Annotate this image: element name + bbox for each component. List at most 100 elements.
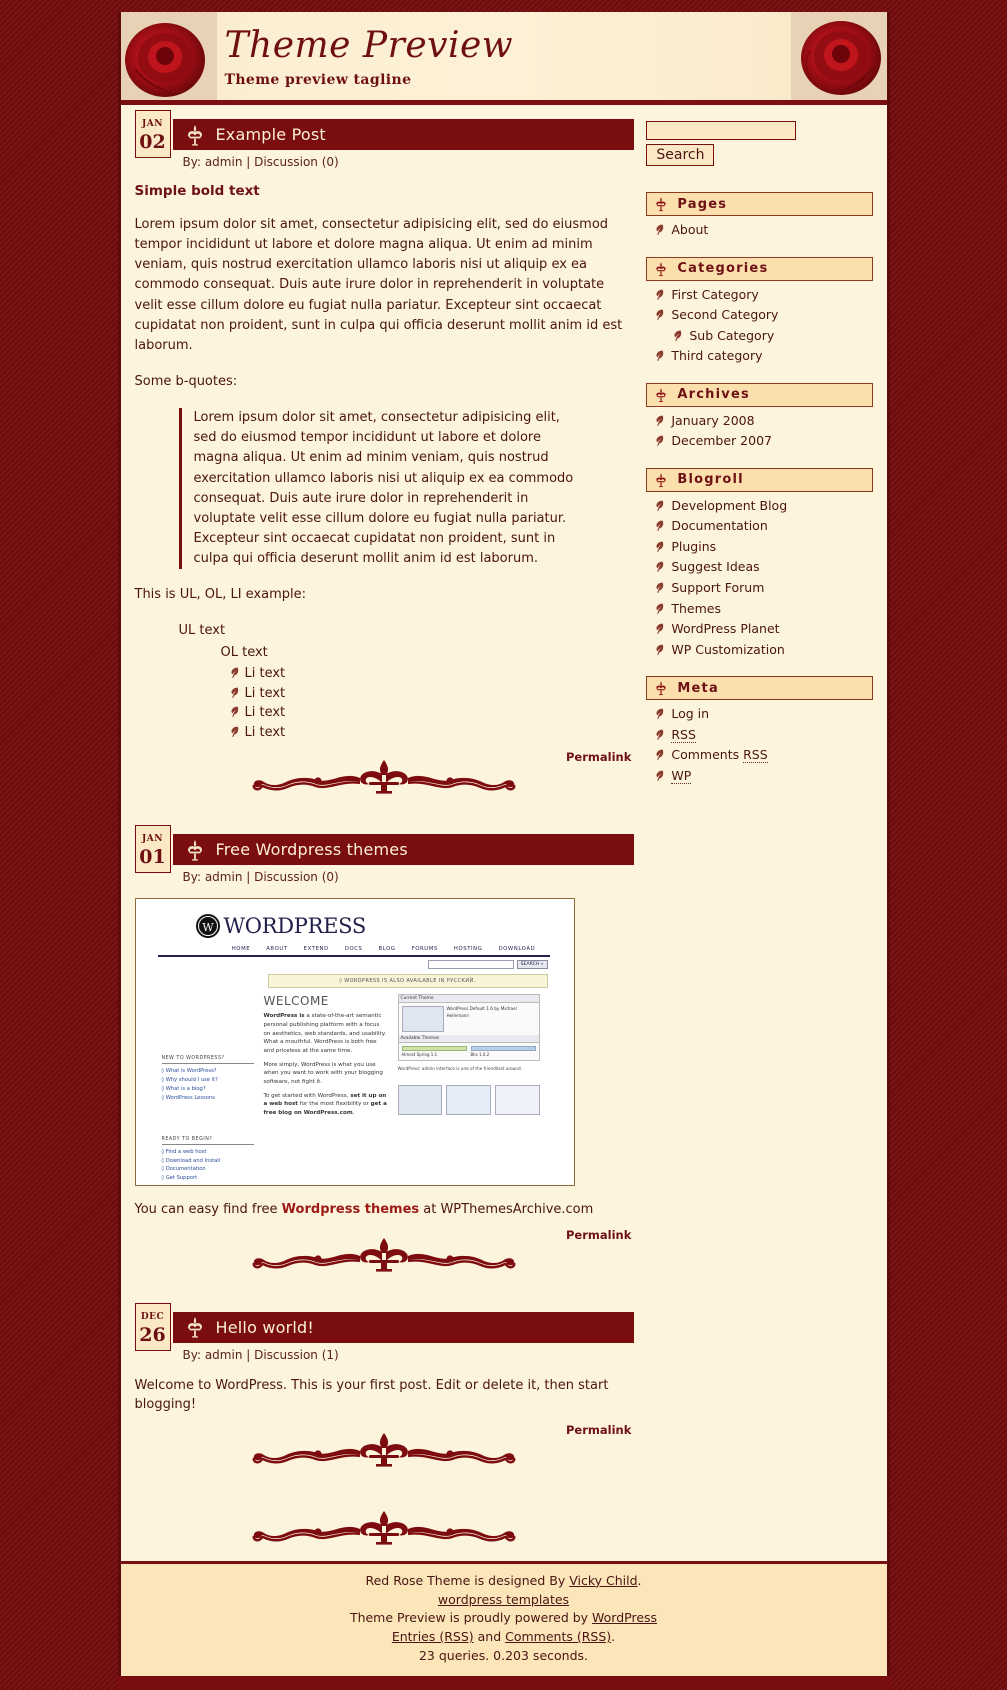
widget-link[interactable]: Suggest Ideas: [671, 559, 759, 574]
powered-by-pre: Theme Preview is proudly powered by: [349, 1610, 593, 1626]
post-title[interactable]: Example Post: [216, 125, 326, 144]
leaf-bullet-icon: [656, 708, 664, 720]
wordpress-link[interactable]: WordPress: [592, 1610, 657, 1625]
widget-link[interactable]: Themes: [671, 601, 721, 616]
wps-theme2-bar: [470, 1046, 536, 1052]
wps-intro-bold: WordPress is: [263, 1013, 305, 1020]
widget-blogroll: Blogroll Development Blog Documentation Plu…: [646, 467, 873, 662]
post-title[interactable]: Hello world!: [216, 1318, 315, 1337]
site-title[interactable]: Theme Preview: [225, 26, 514, 66]
post-headline: JAN 01 Free Wordpress themes: [134, 825, 635, 874]
wps-search-button[interactable]: SEARCH »: [516, 960, 548, 970]
rose-icon: [790, 12, 887, 100]
widget-link[interactable]: December 2007: [671, 433, 772, 448]
widget-title: Blogroll: [677, 472, 744, 488]
wps-nav-item[interactable]: HOME: [232, 946, 250, 952]
wps-right-column: Current Theme WordPress Default 1.6 by M…: [397, 994, 540, 1181]
site-tagline: Theme preview tagline: [224, 71, 412, 88]
wordpress-templates-link[interactable]: wordpress templates: [438, 1592, 569, 1607]
wps-sidebar-link[interactable]: ◊ What is a blog?: [162, 1085, 254, 1094]
widget-link[interactable]: Third category: [671, 348, 762, 363]
wps-nav-item[interactable]: EXTEND: [304, 946, 329, 952]
wps-sidebar-link[interactable]: ◊ What is WordPress?: [162, 1067, 254, 1076]
widget-title: Archives: [677, 387, 750, 403]
leaf-bullet-icon: [230, 726, 238, 737]
widget-link[interactable]: Log in: [671, 706, 709, 721]
li-item-label: Li text: [244, 666, 286, 682]
wps-notice-banner: ◊ WORDPRESS IS ALSO AVAILABLE IN РУССКИЙ…: [267, 974, 548, 989]
footer-and: and: [473, 1629, 506, 1645]
wps-nav[interactable]: HOME ABOUT EXTEND DOCS BLOG FORUMS HOSTING DOWN…: [158, 943, 550, 955]
widget-list-item: First Category: [654, 287, 872, 308]
wps-theme-thumb: [401, 1006, 444, 1033]
li-item-label: Li text: [244, 705, 286, 721]
ornament-divider: [135, 1429, 635, 1469]
post-meta: By: admin | Discussion (0): [182, 870, 339, 885]
wps-theme1-name: Almost Spring 1.1: [401, 1052, 438, 1058]
wps-sidebar-link[interactable]: ◊ Download and Install: [162, 1157, 254, 1166]
widget-link[interactable]: First Category: [671, 287, 758, 302]
widget-link[interactable]: RSS: [671, 726, 696, 743]
widget-link[interactable]: WP: [671, 767, 692, 784]
fleur-de-lis-icon: [656, 388, 667, 402]
wps-sidebar-link[interactable]: ◊ Get Support: [162, 1174, 254, 1181]
widget-list-item: Sub Category: [672, 328, 872, 349]
li-item-label: Li text: [244, 685, 286, 701]
post-body-text: Welcome to WordPress. This is your first…: [134, 1377, 609, 1413]
widget-link[interactable]: WP Customization: [671, 642, 784, 657]
widget-header: Categories: [646, 256, 873, 281]
search-button[interactable]: Search: [646, 144, 715, 166]
wps-search-row: SEARCH »: [140, 957, 570, 970]
footer-bottom-strip: [117, 1675, 890, 1690]
wps-promo-thumb: [446, 1085, 491, 1116]
wps-sidebar-link[interactable]: ◊ Find a web host: [162, 1148, 254, 1157]
fleur-de-lis-icon: [656, 473, 667, 487]
designer-link[interactable]: Vicky Child: [569, 1573, 637, 1588]
widget-link[interactable]: Support Forum: [671, 580, 764, 595]
widget-link[interactable]: Plugins: [671, 539, 716, 554]
li-item: Li text: [229, 684, 635, 704]
widget-list-item: Support Forum: [654, 580, 872, 601]
wps-nav-item[interactable]: DOWNLOAD: [498, 946, 535, 952]
search-widget: Search: [646, 121, 872, 166]
entries-rss-link[interactable]: Entries (RSS): [392, 1629, 474, 1644]
fleur-ribbon-ornament-icon: [253, 1510, 516, 1545]
list-intro: This is UL, OL, LI example:: [134, 587, 307, 603]
widget-link[interactable]: Second Category: [671, 307, 778, 322]
wps-p3-mid: for the most flexibility or: [297, 1101, 371, 1108]
wps-sidebar-link[interactable]: ◊ Documentation: [162, 1165, 254, 1174]
widget-link[interactable]: Documentation: [671, 518, 767, 533]
widget-link[interactable]: Comments RSS: [671, 747, 768, 764]
widget-archives: Archives January 2008 December 2007: [646, 382, 873, 454]
fleur-de-lis-icon: [656, 681, 667, 696]
wps-nav-item[interactable]: HOSTING: [454, 946, 483, 952]
wps-nav-item[interactable]: ABOUT: [266, 946, 287, 952]
post-blockquote: Lorem ipsum dolor sit amet, consectetur …: [178, 408, 579, 570]
wps-nav-item[interactable]: FORUMS: [412, 946, 438, 952]
wps-paragraph-2: More simply, WordPress is what you use w…: [263, 1061, 383, 1085]
widget-link[interactable]: WordPress Planet: [671, 621, 779, 636]
wps-search-input[interactable]: [427, 960, 514, 970]
wps-sidebar-link[interactable]: ◊ WordPress Lessons: [162, 1094, 254, 1103]
comments-rss-link[interactable]: Comments (RSS): [505, 1629, 611, 1644]
wps-box1-links[interactable]: ◊ What is WordPress? ◊ Why should I use i…: [162, 1067, 254, 1102]
widget-link[interactable]: January 2008: [671, 413, 754, 428]
post-date-badge: JAN 02: [134, 110, 171, 158]
widget-link[interactable]: Sub Category: [689, 328, 774, 343]
widget-link[interactable]: Development Blog: [671, 498, 787, 513]
post-title[interactable]: Free Wordpress themes: [216, 840, 408, 859]
wps-nav-item[interactable]: DOCS: [345, 946, 363, 952]
wps-columns: NEW TO WORDPRESS? ◊ What is WordPress? ◊ …: [140, 988, 570, 1181]
wordpress-screenshot-inner: W WORDPRESS HOME ABOUT EXTEND DOCS BLOG FORUM…: [139, 903, 570, 1182]
widget-link[interactable]: About: [671, 222, 708, 237]
wps-theme2-name: Blix 1.0.2: [470, 1052, 490, 1058]
wps-box2-links[interactable]: ◊ Find a web host ◊ Download and Install ◊…: [162, 1148, 254, 1182]
caption-highlight[interactable]: Wordpress themes: [282, 1202, 419, 1217]
search-input[interactable]: [646, 121, 797, 140]
example-ordered-list: OL text Li text Li text Li text Li text: [221, 643, 635, 743]
wps-nav-item[interactable]: BLOG: [378, 946, 395, 952]
leaf-bullet-icon: [656, 603, 664, 614]
wps-sidebar-link[interactable]: ◊ Why should I use it?: [162, 1076, 254, 1085]
wps-available-themes-head: Available Themes: [398, 1035, 539, 1044]
wordpress-screenshot-image[interactable]: W WORDPRESS HOME ABOUT EXTEND DOCS BLOG FORUM…: [134, 898, 575, 1187]
